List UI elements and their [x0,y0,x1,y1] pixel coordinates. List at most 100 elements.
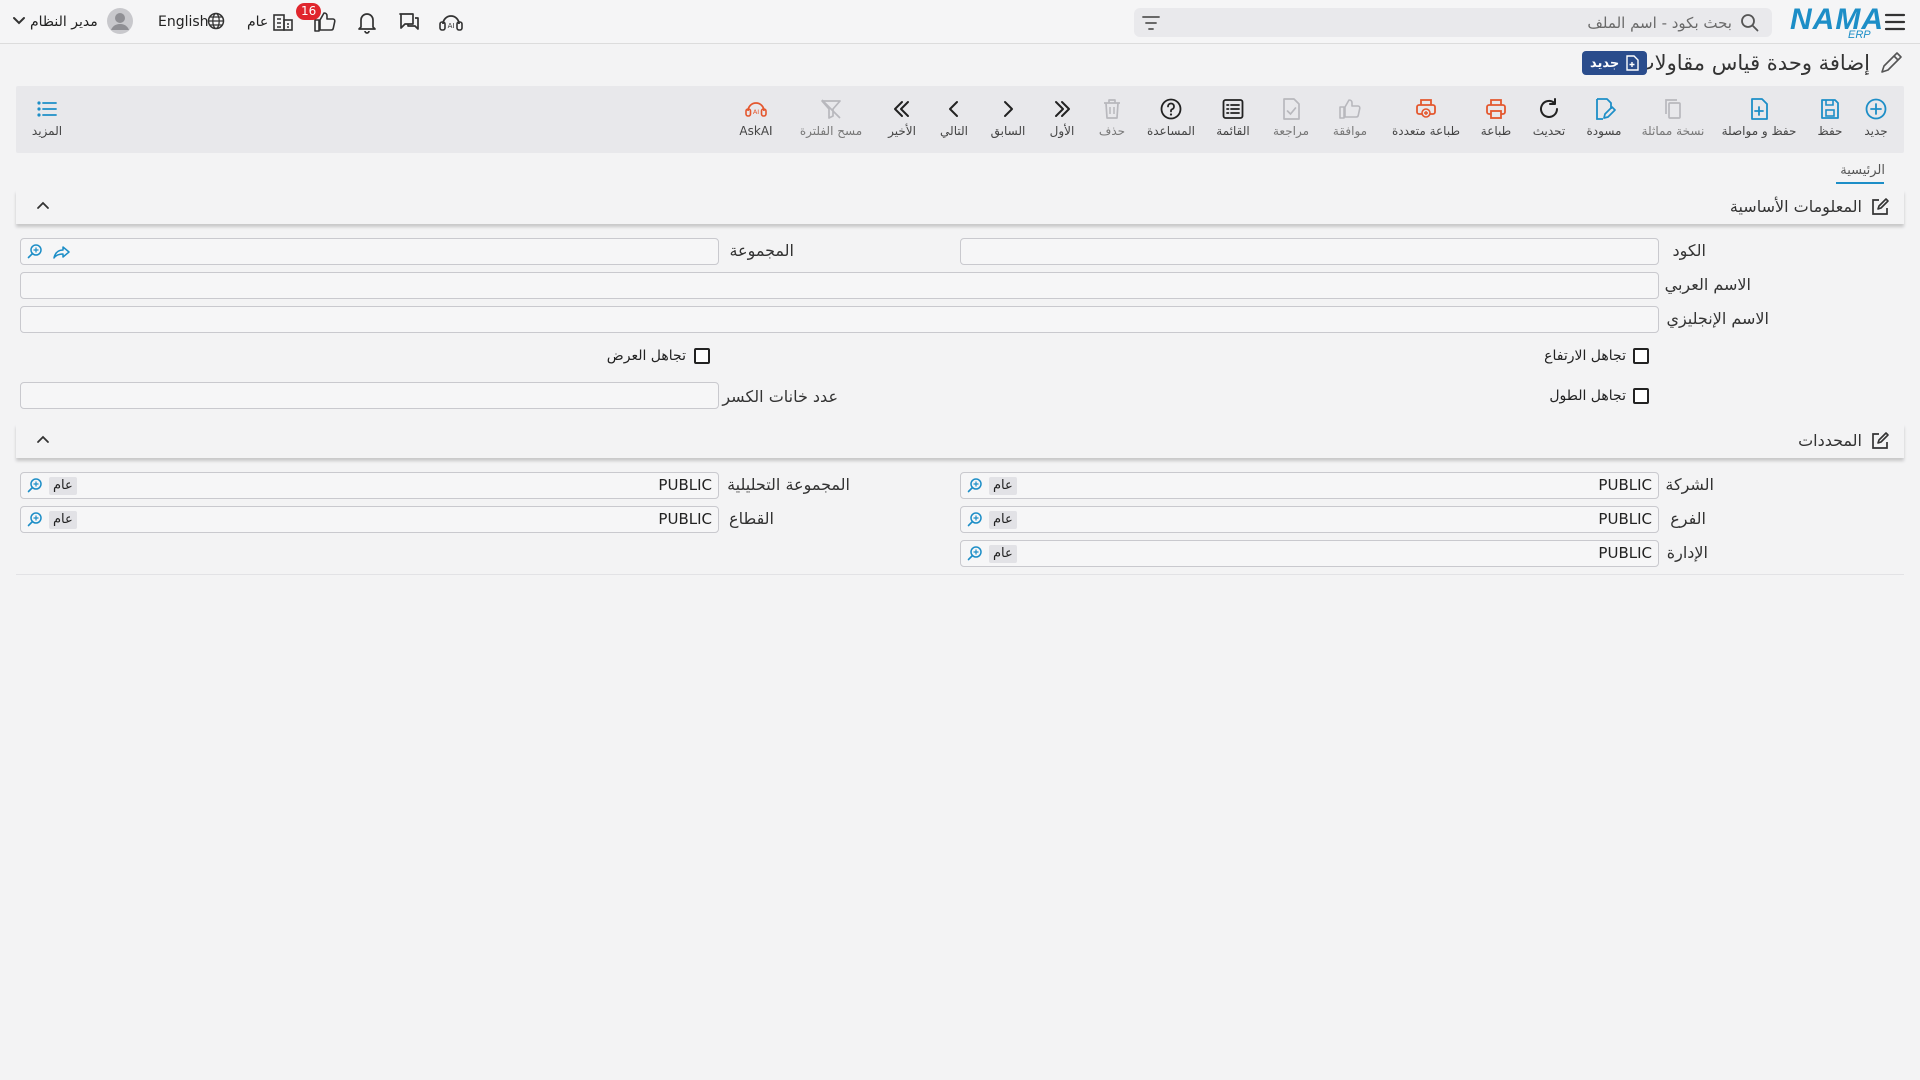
delete-label: حذف [1098,124,1126,138]
tab-main[interactable]: الرئيسية [1840,163,1885,178]
company-input[interactable]: PUBLIC عام [960,472,1659,499]
svg-text:AI: AI [448,22,455,30]
branch-value: PUBLIC [1598,510,1652,528]
basic-info-section-title: المعلومات الأساسية [1729,197,1862,216]
arabic-name-input[interactable] [20,272,1659,299]
refresh-button[interactable]: تحديث [1524,86,1574,153]
analytic-group-input[interactable]: PUBLIC عام [20,472,719,499]
chevrons-left-icon [894,101,909,117]
save-icon [1821,99,1839,119]
collapse-chevron-up-icon[interactable] [36,200,50,210]
ignore-length-checkbox[interactable] [1633,388,1649,404]
help-label: المساعدة [1146,124,1196,138]
save-and-continue-button[interactable]: حفظ و مواصلة [1716,86,1802,153]
duplicate-button[interactable]: نسخة مماثلة [1634,86,1712,153]
next-record-button[interactable]: التالي [930,86,978,153]
top-bar: NAMA ERP AI 16 عام English مدير النظام [0,0,1920,44]
company-building-icon[interactable] [272,12,294,32]
previous-record-button[interactable]: السابق [984,86,1032,153]
ignore-height-checkbox[interactable] [1633,348,1649,364]
edit-square-icon [1870,197,1890,217]
refresh-label: تحديث [1532,124,1566,138]
more-label: المزيد [31,124,63,138]
sector-chip: عام [49,511,77,529]
new-button[interactable]: جديد [1854,86,1898,153]
group-input[interactable] [20,238,719,265]
draft-edit-icon [1596,98,1616,120]
department-label: الإدارة [1666,543,1708,562]
refresh-icon [1540,98,1558,118]
print-button[interactable]: طباعة [1472,86,1520,153]
decimal-places-input[interactable] [20,382,719,409]
multi-printer-icon [1416,99,1436,118]
lookup-search-icon[interactable] [26,243,44,261]
approve-button[interactable]: موافقة [1322,86,1378,153]
company-chip: عام [989,477,1017,495]
lookup-search-icon[interactable] [966,477,984,495]
sector-input[interactable]: PUBLIC عام [20,506,719,533]
decimal-places-label: عدد خانات الكسر [722,387,838,406]
search-icon[interactable] [1740,13,1760,33]
more-button[interactable]: المزيد [24,86,70,153]
english-name-label: الاسم الإنجليزي [1666,309,1769,328]
english-name-input[interactable] [20,306,1659,333]
lookup-search-icon[interactable] [966,511,984,529]
approve-label: موافقة [1332,124,1368,138]
save-button[interactable]: حفظ [1808,86,1852,153]
hamburger-menu-icon[interactable] [1884,12,1906,32]
lookup-search-icon[interactable] [26,477,44,495]
company-value: PUBLIC [1598,476,1652,494]
delete-button[interactable]: حذف [1090,86,1134,153]
group-label: المجموعة [729,241,794,260]
branch-input[interactable]: PUBLIC عام [960,506,1659,533]
askai-button[interactable]: AI AskAI [728,86,784,153]
chevron-down-icon[interactable] [12,16,26,26]
department-value: PUBLIC [1598,544,1652,562]
clear-filter-label: مسح الفلترة [799,124,863,138]
globe-icon[interactable] [207,12,225,30]
ignore-width-checkbox[interactable] [694,348,710,364]
plus-circle-icon [1865,98,1887,120]
code-input[interactable] [960,238,1659,265]
department-input[interactable]: PUBLIC عام [960,540,1659,567]
draft-button[interactable]: مسودة [1578,86,1630,153]
branch-chip: عام [989,511,1017,529]
collapse-chevron-up-icon[interactable] [36,434,50,444]
record-status-badge: جديد [1582,51,1648,75]
user-name[interactable]: مدير النظام [30,12,98,32]
filter-icon[interactable] [1142,15,1160,31]
share-arrow-icon[interactable] [53,243,71,261]
help-button[interactable]: المساعدة [1140,86,1202,153]
tab-main-underline [1836,182,1884,184]
help-circle-icon [1160,98,1182,120]
analytic-group-value: PUBLIC [658,476,712,494]
first-record-button[interactable]: الأول [1040,86,1084,153]
first-record-label: الأول [1049,124,1075,138]
page-title: إضافة وحدة قياس مقاولات [1634,51,1870,75]
last-record-button[interactable]: الأخير [878,86,926,153]
list-button[interactable]: القائمة [1206,86,1260,153]
global-search-input[interactable] [1172,12,1732,33]
clear-filter-button[interactable]: مسح الفلترة [790,86,872,153]
bell-icon[interactable] [356,10,378,34]
list-label: القائمة [1216,124,1250,138]
chevron-right-icon [1004,101,1013,117]
language-switch[interactable]: English [158,12,209,32]
review-button[interactable]: مراجعة [1264,86,1318,153]
form-bottom-divider [16,574,1904,575]
public-label[interactable]: عام [247,12,268,32]
multi-print-button[interactable]: طباعة متعددة [1384,86,1468,153]
printer-icon [1486,99,1506,119]
sector-value: PUBLIC [658,510,712,528]
save-and-continue-label: حفظ و مواصلة [1721,124,1797,138]
chat-icon[interactable] [397,11,421,33]
action-toolbar: جديد حفظ حفظ و مواصلة نسخة مماثلة مسودة … [16,86,1904,153]
user-avatar-icon[interactable] [107,8,133,34]
lookup-search-icon[interactable] [966,545,984,563]
analytic-group-label: المجموعة التحليلية [727,475,850,494]
notification-count-badge: 16 [296,3,322,20]
ai-assistant-icon[interactable]: AI [438,10,464,34]
file-plus-icon [1751,98,1768,120]
lookup-search-icon[interactable] [26,511,44,529]
svg-text:AI: AI [753,108,759,116]
